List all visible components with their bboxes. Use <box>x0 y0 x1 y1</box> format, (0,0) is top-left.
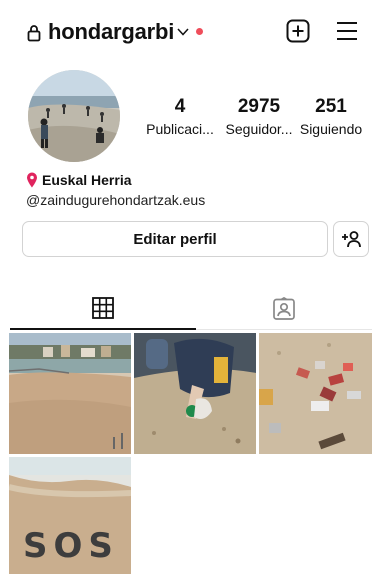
stat-followers-count: 2975 <box>237 96 281 117</box>
stat-following[interactable]: 251 Siguiendo <box>292 96 370 137</box>
stat-posts-label: Publicaci... <box>146 121 214 137</box>
edit-profile-button[interactable]: Editar perfil <box>22 221 328 257</box>
new-post-icon[interactable] <box>286 19 310 43</box>
add-user-icon <box>342 231 361 248</box>
post-thumbnail[interactable] <box>134 333 256 454</box>
notification-dot <box>196 28 203 35</box>
post-thumbnail[interactable]: SOS <box>9 457 131 574</box>
bio-location: Euskal Herria <box>26 172 132 188</box>
tab-grid[interactable] <box>10 288 196 330</box>
grid-icon <box>92 297 114 319</box>
stat-following-count: 251 <box>315 96 347 117</box>
chevron-down-icon[interactable] <box>177 27 189 37</box>
stat-following-label: Siguiendo <box>299 121 363 137</box>
stat-followers-label: Seguidor... <box>225 121 293 137</box>
menu-icon[interactable] <box>335 20 359 42</box>
top-bar: hondargarbi <box>0 12 372 52</box>
location-text: Euskal Herria <box>42 172 132 188</box>
stat-posts-count: 4 <box>174 96 186 117</box>
post-thumbnail[interactable] <box>259 333 372 454</box>
add-user-button[interactable] <box>333 221 369 257</box>
pin-icon <box>27 172 37 188</box>
lock-icon <box>27 25 41 42</box>
stat-followers[interactable]: 2975 Seguidor... <box>217 96 301 137</box>
account-username[interactable]: hondargarbi <box>48 19 174 45</box>
post-thumbnail[interactable] <box>9 333 131 454</box>
sos-stones-text: SOS <box>23 526 119 566</box>
profile-avatar[interactable] <box>28 70 120 162</box>
tagged-person-icon <box>273 296 295 320</box>
bio-website[interactable]: @zaindugurehondartzak.eus <box>26 192 205 208</box>
stat-posts[interactable]: 4 Publicaci... <box>138 96 222 137</box>
tab-tagged[interactable] <box>196 288 372 330</box>
